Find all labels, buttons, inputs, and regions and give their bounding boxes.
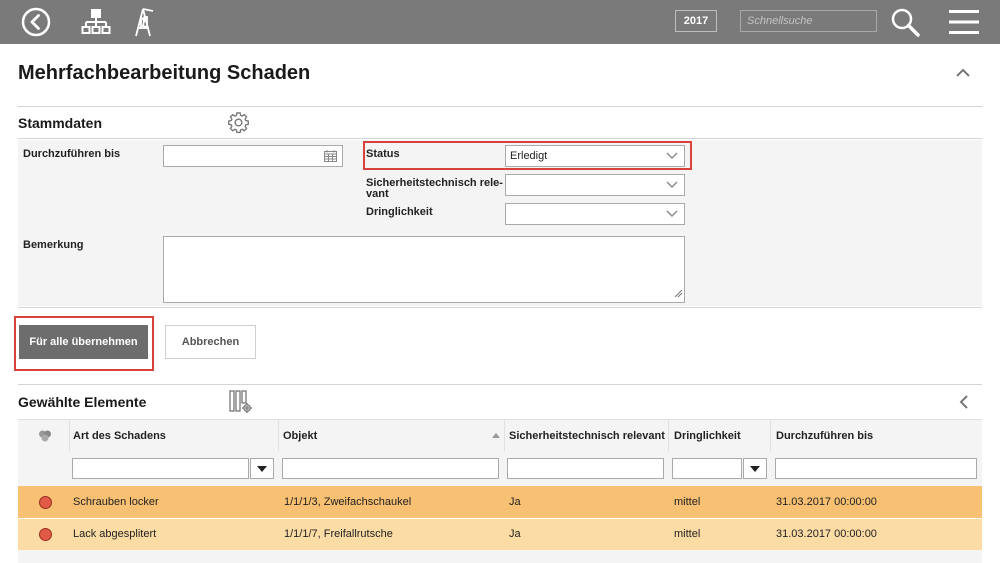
status-highlight-box — [363, 141, 692, 170]
column-divider — [504, 420, 505, 452]
filter-art-input[interactable] — [72, 458, 249, 479]
search-icon[interactable] — [888, 6, 922, 38]
sicherheit-label: Sicherheitstechnisch rele- vant — [366, 178, 503, 200]
cell-sicherheit: Ja — [509, 528, 521, 540]
divider — [18, 384, 982, 385]
chevron-down-icon — [666, 180, 678, 192]
cell-sicherheit: Ja — [509, 496, 521, 508]
cell-datum: 31.03.2017 00:00:00 — [776, 496, 877, 508]
cell-objekt: 1/1/1/3, Zweifachschaukel — [284, 496, 412, 508]
cell-datum: 31.03.2017 00:00:00 — [776, 528, 877, 540]
col-header-dringlichkeit[interactable]: Dringlichkeit — [674, 430, 741, 442]
section-title-stammdaten: Stammdaten — [18, 115, 103, 131]
row-divider — [18, 518, 982, 519]
playground-swing-icon[interactable] — [127, 6, 159, 38]
col-header-objekt[interactable]: Objekt — [283, 430, 317, 442]
section-title-selected: Gewählte Elemente — [18, 394, 147, 410]
cell-art: Schrauben locker — [73, 496, 159, 508]
hierarchy-icon[interactable] — [80, 6, 112, 38]
grid-header: Art des Schadens Objekt Sicherheitstechn… — [18, 419, 982, 452]
caret-down-icon — [750, 465, 760, 472]
col-header-datum[interactable]: Durchzuführen bis — [776, 430, 873, 442]
bemerkung-textarea[interactable] — [163, 236, 685, 303]
col-header-sicherheit[interactable]: Sicherheitstechnisch relevant — [509, 430, 665, 442]
divider — [18, 138, 982, 139]
filter-sicherheit-input[interactable] — [507, 458, 664, 479]
table-row[interactable]: Lack abgesplitert 1/1/1/7, Freifallrutsc… — [18, 518, 982, 550]
sicherheit-label-line2: vant — [366, 188, 389, 200]
column-divider — [69, 420, 70, 452]
filter-dringlichkeit-input[interactable] — [672, 458, 742, 479]
dringlichkeit-label: Dringlichkeit — [366, 206, 433, 218]
column-divider — [770, 420, 771, 452]
chevron-left-icon[interactable] — [958, 395, 970, 414]
caret-down-icon — [257, 465, 267, 472]
cell-art: Lack abgesplitert — [73, 528, 157, 540]
divider — [18, 307, 982, 308]
sort-ascending-icon[interactable] — [492, 425, 500, 443]
top-bar: 2017 — [0, 0, 1000, 44]
column-divider — [278, 420, 279, 452]
durchzufuehren-date-field[interactable] — [163, 145, 343, 167]
year-button[interactable]: 2017 — [675, 10, 717, 32]
table-row[interactable]: Schrauben locker 1/1/1/3, Zweifachschauk… — [18, 486, 982, 518]
column-config-icon[interactable] — [229, 390, 253, 419]
quick-search-input[interactable] — [740, 10, 877, 32]
status-dot-icon — [39, 528, 52, 541]
cell-objekt: 1/1/1/7, Freifallrutsche — [284, 528, 393, 540]
bemerkung-label: Bemerkung — [23, 239, 84, 251]
calendar-icon[interactable] — [324, 150, 337, 165]
dringlichkeit-select[interactable] — [505, 203, 685, 225]
filter-dringlichkeit-dropdown[interactable] — [743, 458, 767, 479]
grid-filter-row — [18, 451, 982, 486]
gear-icon[interactable] — [227, 111, 250, 139]
filter-objekt-input[interactable] — [282, 458, 499, 479]
sicherheit-select[interactable] — [505, 174, 685, 196]
cancel-button[interactable]: Abbrechen — [165, 325, 256, 359]
grid-footer — [18, 550, 982, 563]
cell-dringlichkeit: mittel — [674, 496, 701, 508]
column-divider — [668, 420, 669, 452]
chevron-down-icon — [666, 209, 678, 221]
filter-art-dropdown[interactable] — [250, 458, 274, 479]
filter-datum-input[interactable] — [775, 458, 977, 479]
back-circle-icon[interactable] — [20, 6, 52, 38]
col-header-art[interactable]: Art des Schadens — [73, 430, 166, 442]
durchzufuehren-label: Durchzuführen bis — [23, 148, 121, 160]
chevron-up-icon[interactable] — [954, 66, 972, 84]
page-title: Mehrfachbearbeitung Schaden — [18, 62, 311, 84]
divider — [18, 106, 982, 107]
status-dot-icon — [39, 496, 52, 509]
apply-all-button[interactable]: Für alle übernehmen — [19, 325, 148, 359]
resize-handle-icon[interactable] — [674, 289, 683, 301]
status-column-icon — [38, 429, 52, 448]
cell-dringlichkeit: mittel — [674, 528, 701, 540]
hamburger-menu-icon[interactable] — [947, 6, 981, 38]
